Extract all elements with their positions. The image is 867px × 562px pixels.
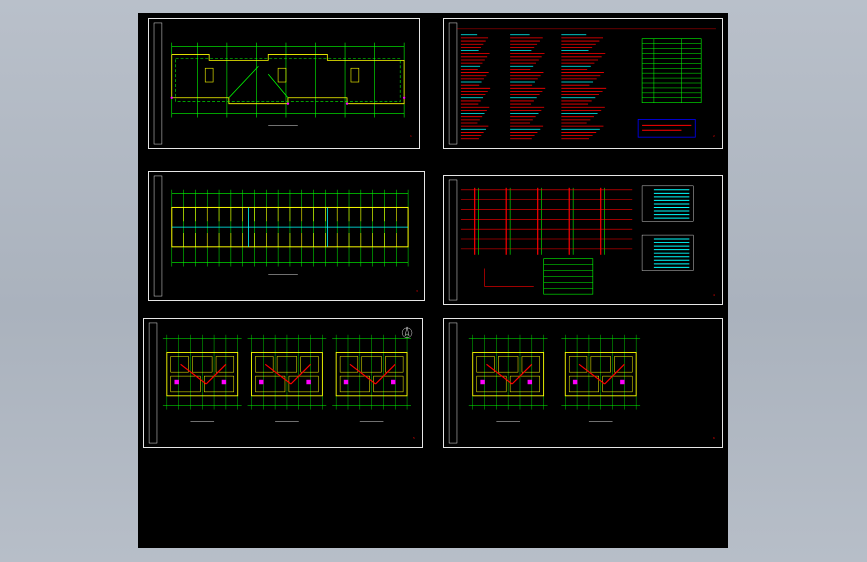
roof-plan-sheet[interactable]: 1	[148, 18, 420, 149]
svg-text:2: 2	[713, 134, 715, 138]
unit-plans-sheet-2[interactable]: 6	[443, 318, 723, 448]
unit-plans-drawing-2: 6	[448, 322, 715, 444]
svg-text:3: 3	[416, 289, 418, 293]
svg-text:1: 1	[410, 134, 412, 138]
unit-plans-sheet[interactable]: 5	[143, 318, 423, 448]
system-diagram-sheet[interactable]: 4	[443, 175, 723, 305]
svg-text:4: 4	[713, 293, 715, 297]
unit-plans-drawing: 5	[148, 322, 415, 444]
svg-text:6: 6	[713, 436, 715, 440]
cad-drawing-viewport[interactable]: 1 2 3 4 5 6	[138, 13, 728, 548]
svg-text:5: 5	[413, 436, 415, 440]
floor-plan-sheet[interactable]: 3	[148, 171, 425, 301]
system-diagram-drawing: 4	[448, 179, 715, 301]
design-notes-drawing: 2	[448, 22, 716, 145]
roof-plan-drawing: 1	[153, 22, 412, 145]
design-notes-sheet[interactable]: 2	[443, 18, 723, 149]
floor-plan-drawing: 3	[153, 175, 418, 297]
